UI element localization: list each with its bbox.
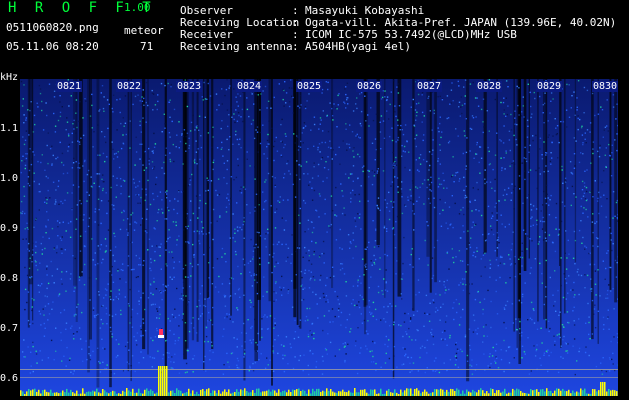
time-label: 0827	[416, 81, 443, 92]
time-label: 0824	[236, 81, 263, 92]
info-antenna-value: A504HB(yagi 4el)	[305, 40, 411, 53]
time-label: 0830	[592, 81, 619, 92]
meteor-echo	[158, 335, 164, 338]
y-tick-label: 0.9	[0, 223, 19, 234]
y-axis-unit: kHz	[0, 72, 19, 83]
y-tick-label: 1.0	[0, 173, 19, 184]
time-label: 0823	[176, 81, 203, 92]
recording-datetime: 05.11.06 08:20	[6, 40, 99, 53]
y-tick-label: 0.7	[0, 323, 19, 334]
app-version: 1.00	[124, 1, 151, 14]
meteor-echo	[159, 329, 163, 335]
spectrogram-canvas	[20, 79, 618, 396]
reference-line	[20, 377, 618, 378]
reference-line	[20, 369, 618, 370]
time-label: 0829	[536, 81, 563, 92]
info-separator: :	[292, 40, 299, 53]
time-label: 0822	[116, 81, 143, 92]
time-label: 0825	[296, 81, 323, 92]
y-tick-label: 0.6	[0, 373, 19, 384]
hrofft-window: H R O F F T 1.00 0511060820.png 05.11.06…	[0, 0, 629, 400]
meteor-count: 71	[140, 40, 154, 53]
time-label: 0828	[476, 81, 503, 92]
info-antenna-key: Receiving antenna	[180, 40, 293, 53]
file-name: 0511060820.png	[6, 21, 99, 34]
meteor-label: meteor	[124, 24, 164, 37]
spectrogram	[20, 79, 618, 396]
y-tick-label: 0.8	[0, 273, 19, 284]
y-tick-label: 1.1	[0, 123, 19, 134]
time-label: 0821	[56, 81, 83, 92]
time-label: 0826	[356, 81, 383, 92]
